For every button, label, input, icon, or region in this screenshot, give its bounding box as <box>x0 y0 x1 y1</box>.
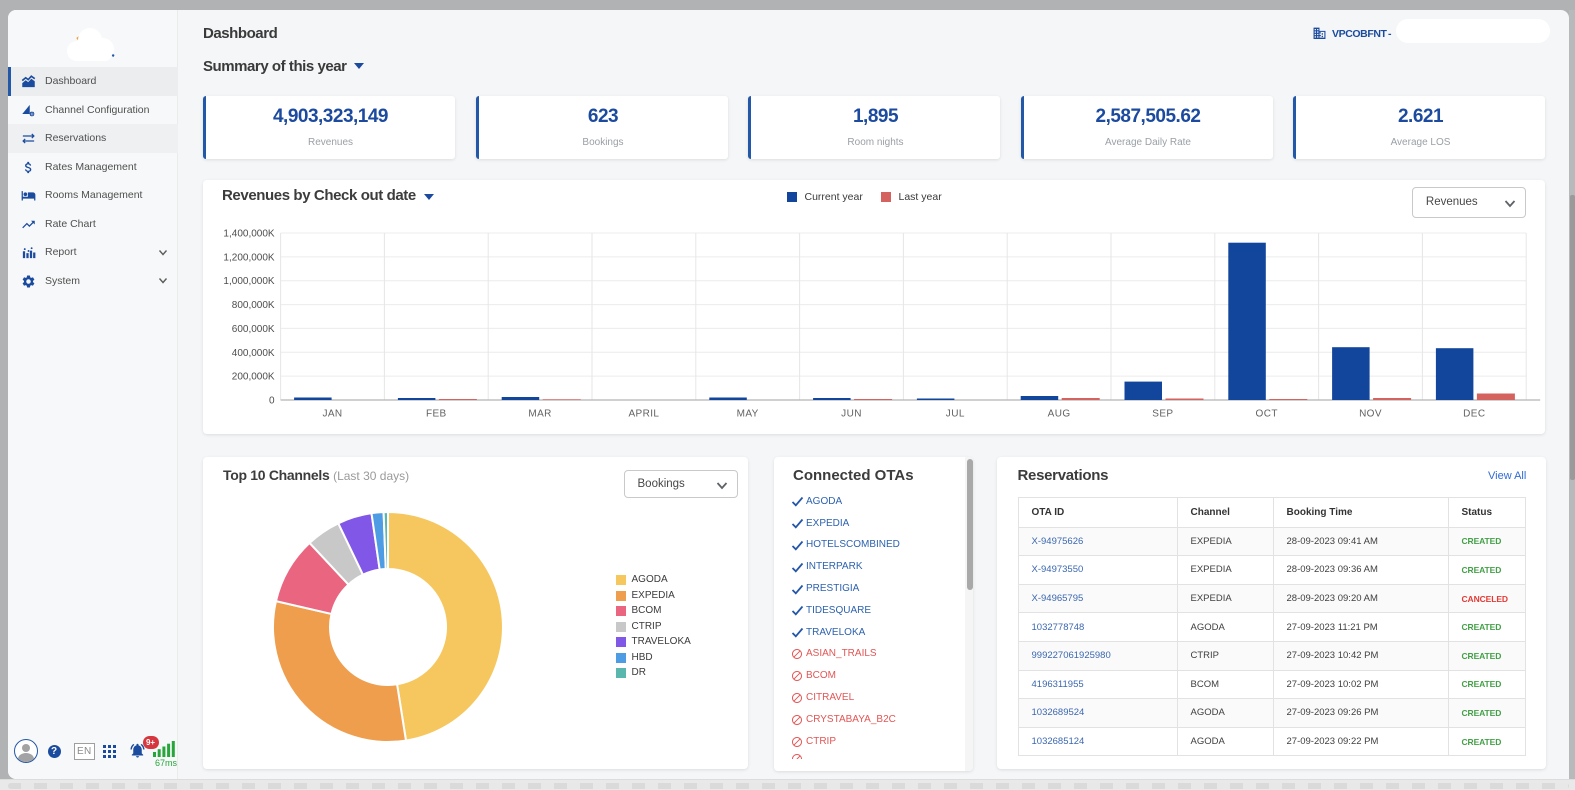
svg-text:0: 0 <box>269 396 275 407</box>
svg-text:AUG: AUG <box>1048 409 1071 420</box>
svg-text:JUL: JUL <box>946 409 965 420</box>
svg-text:MAY: MAY <box>737 409 759 420</box>
svg-text:JAN: JAN <box>322 409 342 420</box>
svg-text:JUN: JUN <box>841 409 862 420</box>
svg-text:SEP: SEP <box>1152 409 1173 420</box>
svg-text:OCT: OCT <box>1256 409 1278 420</box>
svg-text:1,400,000K: 1,400,000K <box>223 229 274 240</box>
svg-text:NOV: NOV <box>1359 409 1382 420</box>
svg-text:1,200,000K: 1,200,000K <box>223 252 274 263</box>
svg-text:FEB: FEB <box>426 409 447 420</box>
svg-text:200,000K: 200,000K <box>232 372 275 383</box>
svg-text:APRIL: APRIL <box>628 409 659 420</box>
svg-text:600,000K: 600,000K <box>232 324 275 335</box>
svg-text:1,000,000K: 1,000,000K <box>223 276 274 287</box>
svg-text:MAR: MAR <box>528 409 551 420</box>
svg-text:800,000K: 800,000K <box>232 300 275 311</box>
svg-text:DEC: DEC <box>1463 409 1485 420</box>
svg-text:400,000K: 400,000K <box>232 348 275 359</box>
